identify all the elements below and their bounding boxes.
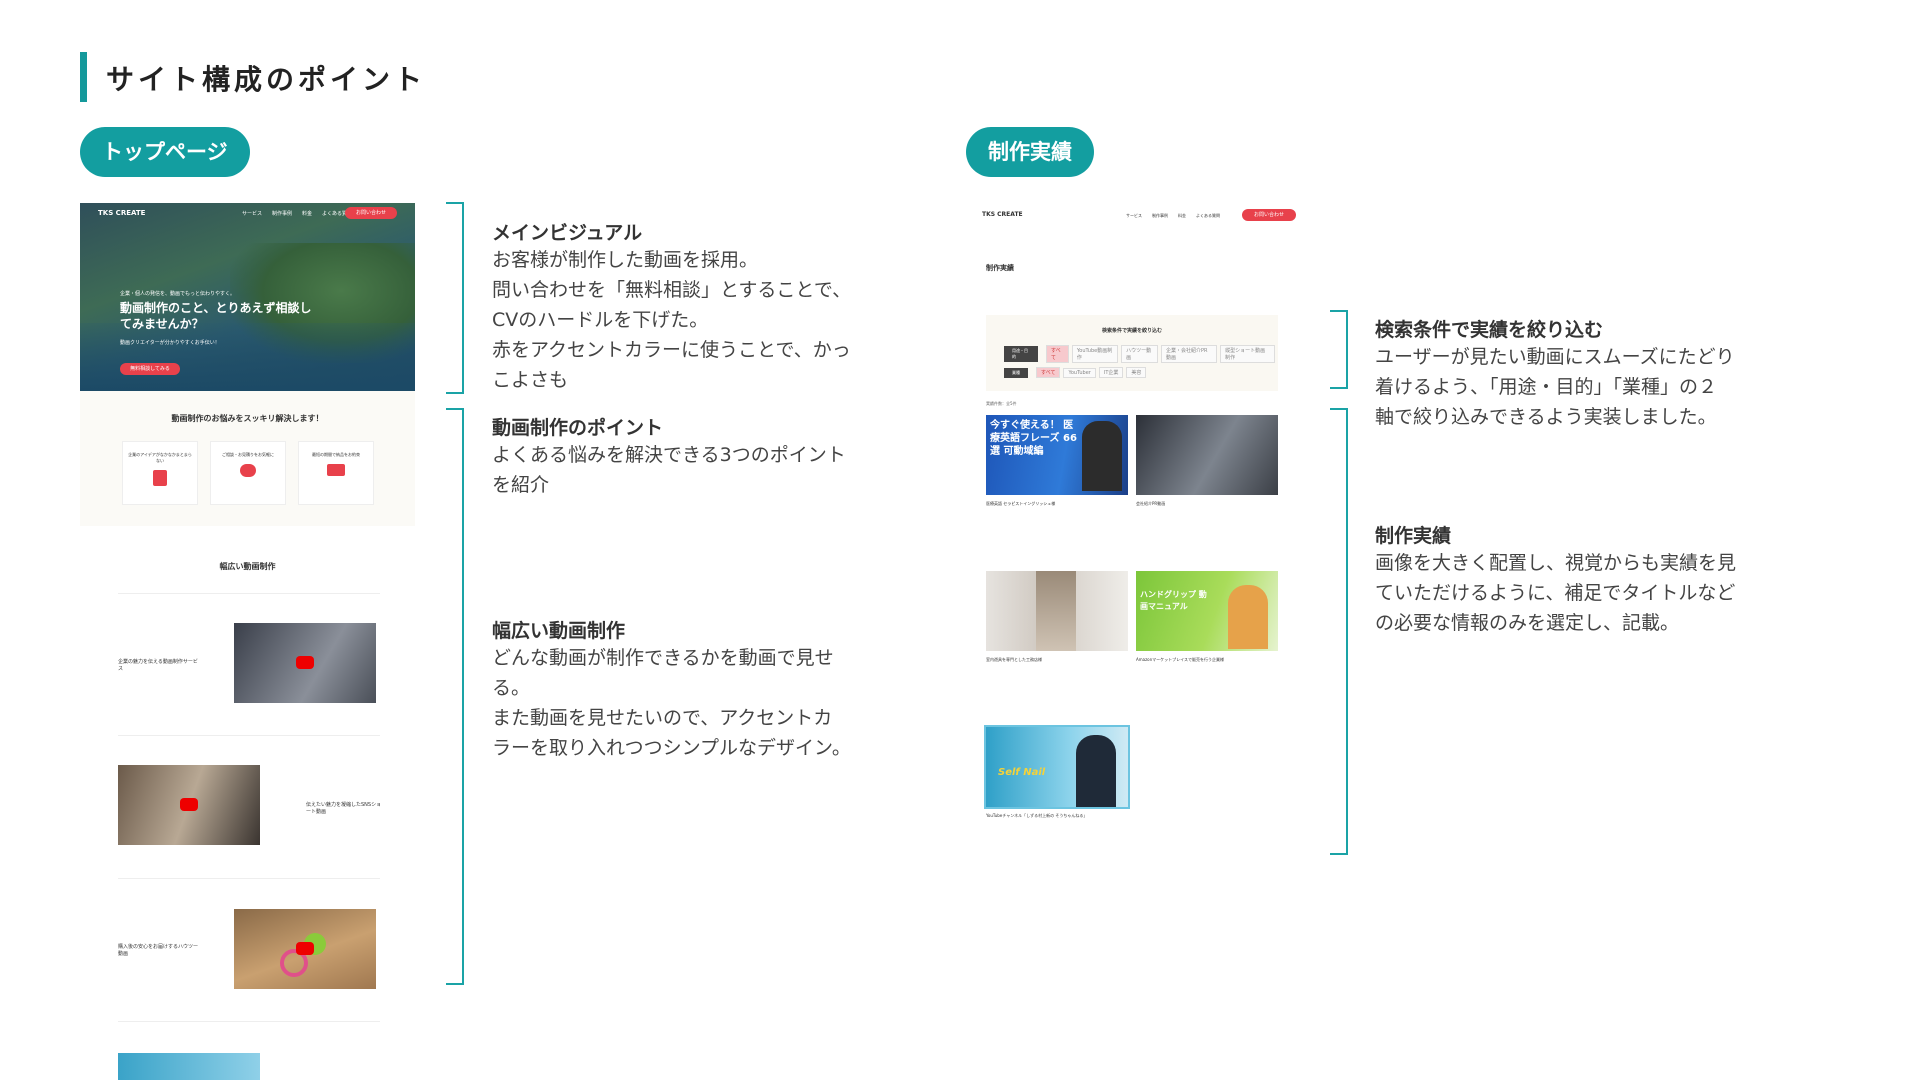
section2-title: 幅広い動画制作: [219, 562, 276, 571]
annotation-heading: 動画制作のポイント: [492, 417, 664, 439]
work-card-title: Amazonマーケットプレイスで販売を行う企業様: [1136, 657, 1225, 662]
bracket-filter: [1330, 310, 1348, 389]
title-accent-bar: [80, 52, 87, 102]
page-title: サイト構成のポイント: [106, 63, 427, 96]
mock-page-title: 制作実績: [986, 264, 1014, 272]
video-thumbnail[interactable]: [234, 909, 376, 989]
work-caption: 企業の魅力を伝える動画制作サービス: [118, 659, 198, 672]
annotation-heading: 幅広い動画制作: [492, 620, 626, 642]
hero-consult-button[interactable]: 無料相談してみる: [120, 363, 180, 375]
annotation-body: 画像を大きく配置し、視覚からも実績を見 ていただけるように、補足でタイトルなど …: [1375, 552, 1737, 634]
filter-tag[interactable]: YouTube動画制作: [1071, 345, 1119, 363]
work-card-thumbnail[interactable]: ハンドグリップ 動画マニュアル: [1136, 571, 1278, 651]
work-card-title: 会社紹介PR動画: [1136, 501, 1166, 506]
mock-cta-button[interactable]: お問い合わせ: [345, 207, 397, 219]
mock-logo: TKS CREATE: [98, 209, 146, 217]
filter-label: 業種: [1004, 367, 1028, 378]
annotation-heading: 検索条件で実績を絞り込む: [1375, 319, 1604, 341]
work-caption: 購入後の安心をお届けするハウツー動画: [118, 944, 199, 957]
work-caption: 伝えたい魅力を凝縮したSNSショート動画: [306, 802, 382, 815]
work-card-thumbnail[interactable]: 今すぐ使える！ 医療英語フレーズ 66選 可動域編: [986, 415, 1128, 495]
annotation-body: どんな動画が制作できるかを動画で見せ る。 また動画を見せたいので、アクセントカ…: [492, 647, 851, 759]
play-icon[interactable]: [180, 798, 198, 811]
work-card-thumbnail[interactable]: [1136, 415, 1278, 495]
annotation-body: お客様が制作した動画を採用。 問い合わせを「無料相談」とすることで、 CVのハー…: [492, 249, 852, 391]
mock-nav-item[interactable]: よくある質問: [1196, 213, 1220, 219]
result-count: 実績件数：全5件: [986, 401, 1017, 406]
filter-tag[interactable]: 美容: [1126, 367, 1147, 378]
bracket-main-visual: [446, 202, 464, 394]
video-thumbnail[interactable]: [118, 1053, 260, 1080]
hero-small-copy: 企業・個人の発信を、動画でもっと伝わりやすく。: [120, 291, 236, 297]
filter-tag[interactable]: 縦型ショート動画制作: [1220, 345, 1275, 363]
point-card: 最短の期間で納品をお約束: [298, 441, 374, 505]
mock-nav-item[interactable]: サービス: [242, 210, 262, 217]
filter-title: 検索条件で実績を絞り込む: [1101, 328, 1162, 334]
annotation-heading: 制作実績: [1375, 525, 1452, 547]
bracket-points: [446, 408, 464, 985]
annotation-filter: 検索条件で実績を絞り込む ユーザーが見たい動画にスムーズにたどり 着けるよう、「…: [1375, 315, 1775, 432]
top-page-label: トップページ: [80, 127, 250, 177]
filter-panel: 検索条件で実績を絞り込む 用途・目的 すべて YouTube動画制作 ハウツー動…: [986, 315, 1278, 391]
work-card-title: YouTubeチャンネル「しずる村上新の そうちゃんねる」: [986, 813, 1088, 818]
mock-nav-item[interactable]: 制作事例: [272, 210, 292, 217]
pain-points-section: 動画制作のお悩みをスッキリ解決します！ 企業のアイデアがなかなかまとまらない ご…: [80, 391, 415, 526]
hero-sub: 動画クリエイターが分かりやすくお手伝い！: [120, 340, 220, 346]
video-thumbnail[interactable]: [118, 765, 260, 845]
point-card: 企業のアイデアがなかなかまとまらない: [122, 441, 198, 505]
hero-visual: TKS CREATE サービス 制作事例 料金 よくある質問 お問い合わせ 企業…: [80, 203, 415, 391]
annotation-body: ユーザーが見たい動画にスムーズにたどり 着けるよう、「用途・目的」「業種」の２ …: [1375, 346, 1735, 428]
mock-nav-item[interactable]: 料金: [302, 210, 312, 217]
play-icon[interactable]: [296, 942, 314, 955]
work-card-thumbnail[interactable]: [986, 571, 1128, 651]
hero-title: 動画制作のこと、とりあえず相談してみませんか？: [120, 301, 312, 331]
annotation-body: よくある悩みを解決できる3つのポイント を紹介: [492, 444, 846, 496]
filter-tag[interactable]: すべて: [1036, 367, 1061, 378]
filter-tag[interactable]: YouTuber: [1063, 367, 1096, 378]
work-card-title: 室内遊具を専門とした工務店様: [986, 657, 1042, 662]
top-page-screenshot: TKS CREATE サービス 制作事例 料金 よくある質問 お問い合わせ 企業…: [80, 203, 415, 1080]
annotation-video-range: 幅広い動画制作 どんな動画が制作できるかを動画で見せ る。 また動画を見せたいの…: [492, 616, 892, 763]
section1-title: 動画制作のお悩みをスッキリ解決します！: [171, 414, 324, 423]
bracket-works: [1330, 408, 1348, 855]
mock-nav-item[interactable]: 制作事例: [1152, 213, 1168, 219]
mock-nav-item[interactable]: サービス: [1126, 213, 1142, 219]
annotation-main-visual: メインビジュアル お客様が制作した動画を採用。 問い合わせを「無料相談」とするこ…: [492, 218, 892, 395]
filter-tag[interactable]: すべて: [1045, 345, 1069, 363]
play-icon[interactable]: [296, 656, 314, 669]
annotation-works: 制作実績 画像を大きく配置し、視覚からも実績を見 ていただけるように、補足でタイ…: [1375, 521, 1775, 638]
filter-tag[interactable]: ハウツー動画: [1121, 345, 1158, 363]
work-card-thumbnail[interactable]: Self Nail: [984, 725, 1130, 809]
video-thumbnail[interactable]: [234, 623, 376, 703]
filter-label: 用途・目的: [1004, 346, 1038, 362]
mock-nav-item[interactable]: 料金: [1178, 213, 1186, 219]
filter-tag[interactable]: IT企業: [1098, 367, 1124, 378]
mock-cta-button[interactable]: お問い合わせ: [1242, 209, 1296, 221]
point-card: ご相談・お見積りをお気軽に: [210, 441, 286, 505]
work-card-title: 医療英語 セラピストイングリッシュ様: [986, 501, 1056, 506]
works-page-label: 制作実績: [966, 127, 1094, 177]
mock-logo: TKS CREATE: [982, 211, 1023, 218]
works-page-screenshot: TKS CREATE サービス 制作事例 料金 よくある質問 お問い合わせ 制作…: [966, 203, 1301, 853]
annotation-heading: メインビジュアル: [492, 222, 643, 244]
filter-tag[interactable]: 企業・会社紹介PR動画: [1160, 345, 1218, 363]
annotation-points: 動画制作のポイント よくある悩みを解決できる3つのポイント を紹介: [492, 413, 892, 500]
